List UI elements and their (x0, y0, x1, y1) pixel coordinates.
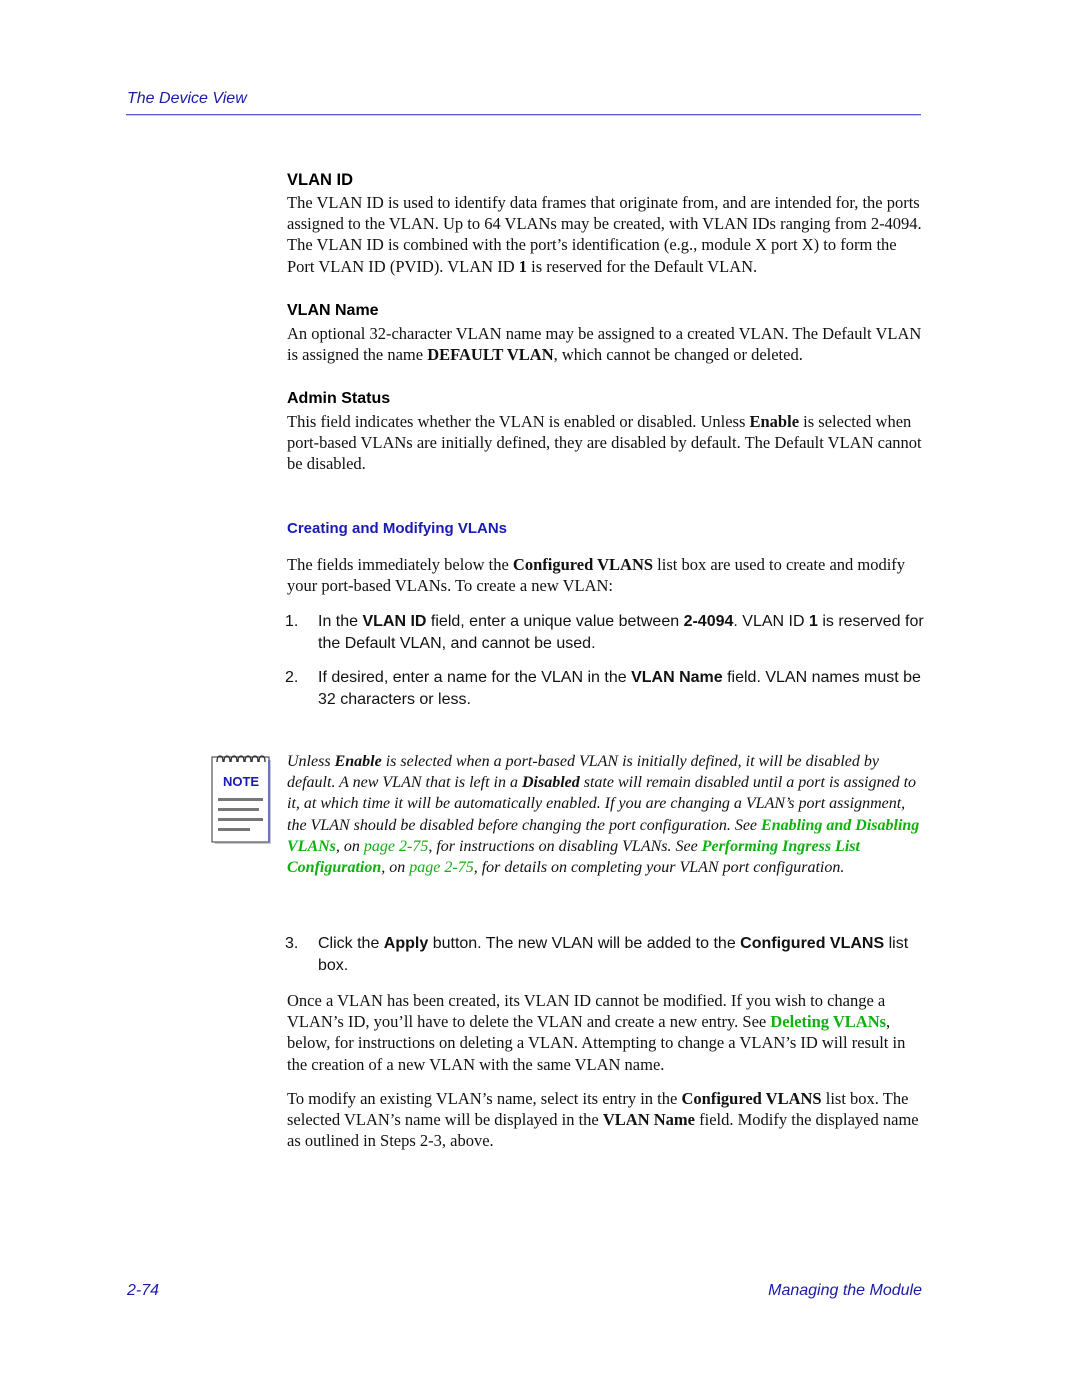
header-rule (126, 114, 921, 116)
heading-creating-modifying-vlans: Creating and Modifying VLANs (287, 520, 508, 537)
heading-vlan-id: VLAN ID (287, 171, 353, 189)
paragraph-once-created: Once a VLAN has been created, its VLAN I… (287, 991, 906, 1074)
paragraph-creating-intro: The fields immediately below the Configu… (287, 555, 906, 596)
chapter-title: Managing the Module (768, 1282, 922, 1299)
note-icon: NOTE (211, 754, 273, 846)
step-1: 1. In the VLAN ID field, enter a unique … (285, 613, 924, 652)
section-vlan-id: VLAN ID The VLAN ID is used to identify … (287, 170, 927, 277)
section-vlan-name: VLAN Name An optional 32-character VLAN … (287, 301, 927, 365)
step-number: 1. (285, 613, 299, 630)
heading-vlan-name: VLAN Name (287, 302, 379, 319)
step-number: 2. (285, 669, 299, 686)
note-icon-label: NOTE (223, 774, 259, 789)
paragraph-vlan-id: The VLAN ID is used to identify data fra… (287, 193, 922, 276)
step-number: 3. (285, 935, 299, 952)
paragraph-vlan-name: An optional 32-character VLAN name may b… (287, 324, 922, 365)
heading-admin-status: Admin Status (287, 390, 391, 407)
step-2: 2. If desired, enter a name for the VLAN… (285, 669, 921, 708)
section-admin-status: Admin Status This field indicates whethe… (287, 389, 927, 475)
note-text: Unless Enable is selected when a port-ba… (287, 753, 920, 877)
link-page-2-75[interactable]: page 2-75 (409, 859, 473, 876)
paragraph-modify-name: To modify an existing VLAN’s name, selec… (287, 1089, 919, 1151)
section-creating-vlans: Creating and Modifying VLANs The fields … (287, 520, 927, 596)
paragraph-admin-status: This field indicates whether the VLAN is… (287, 412, 922, 474)
step-3: 3. Click the Apply button. The new VLAN … (285, 935, 909, 974)
link-page-2-75[interactable]: page 2-75 (364, 838, 428, 855)
running-header-title: The Device View (127, 90, 247, 107)
page-number: 2-74 (127, 1282, 160, 1299)
link-deleting-vlans[interactable]: Deleting VLANs (770, 1012, 886, 1031)
